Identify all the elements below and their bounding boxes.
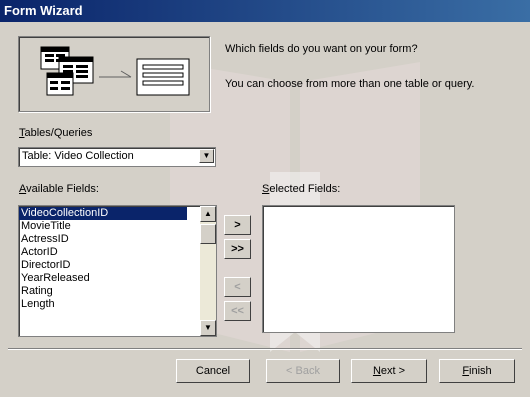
footer-divider xyxy=(8,348,522,350)
list-item[interactable]: ActorID xyxy=(19,246,200,259)
list-item[interactable]: MovieTitle xyxy=(19,220,200,233)
next-button[interactable]: Next > xyxy=(351,359,427,383)
wizard-illustration xyxy=(18,36,210,112)
add-all-fields-button[interactable]: >> xyxy=(224,239,251,259)
scroll-up-icon[interactable]: ▲ xyxy=(200,206,216,222)
list-item[interactable]: Length xyxy=(19,298,200,311)
tables-queries-dropdown[interactable]: Table: Video Collection ▼ xyxy=(18,147,216,167)
list-item[interactable]: DirectorID xyxy=(19,259,200,272)
remove-all-fields-button[interactable]: << xyxy=(224,301,251,321)
selected-fields-label: Selected Fields: xyxy=(262,183,341,195)
selected-fields-list[interactable] xyxy=(262,205,455,333)
scroll-down-icon[interactable]: ▼ xyxy=(200,320,216,336)
scroll-thumb[interactable] xyxy=(200,224,216,244)
list-item[interactable]: Rating xyxy=(19,285,200,298)
available-fields-label: Available Fields: xyxy=(19,183,99,195)
list-item[interactable]: VideoCollectionID xyxy=(19,207,187,220)
wizard-hint: You can choose from more than one table … xyxy=(225,78,475,90)
list-item[interactable]: YearReleased xyxy=(19,272,200,285)
form-wizard-dialog: Form Wizard Which fields do you want on … xyxy=(0,0,530,397)
wizard-question: Which fields do you want on your form? xyxy=(225,43,418,55)
remove-field-button[interactable]: < xyxy=(224,277,251,297)
title-bar: Form Wizard xyxy=(0,0,530,22)
available-fields-scrollbar[interactable]: ▲ ▼ xyxy=(200,206,216,336)
table-to-form-icon xyxy=(40,46,190,96)
tables-queries-label: Tables/Queries xyxy=(19,127,93,139)
add-field-button[interactable]: > xyxy=(224,215,251,235)
finish-button[interactable]: Finish xyxy=(439,359,515,383)
tables-queries-value: Table: Video Collection xyxy=(22,150,134,162)
window-title: Form Wizard xyxy=(4,3,83,18)
cancel-button[interactable]: Cancel xyxy=(176,359,250,383)
back-button[interactable]: < Back xyxy=(266,359,340,383)
available-fields-list[interactable]: VideoCollectionID MovieTitle ActressID Acto… xyxy=(18,205,217,337)
dropdown-arrow-icon[interactable]: ▼ xyxy=(199,149,214,163)
list-item[interactable]: ActressID xyxy=(19,233,200,246)
